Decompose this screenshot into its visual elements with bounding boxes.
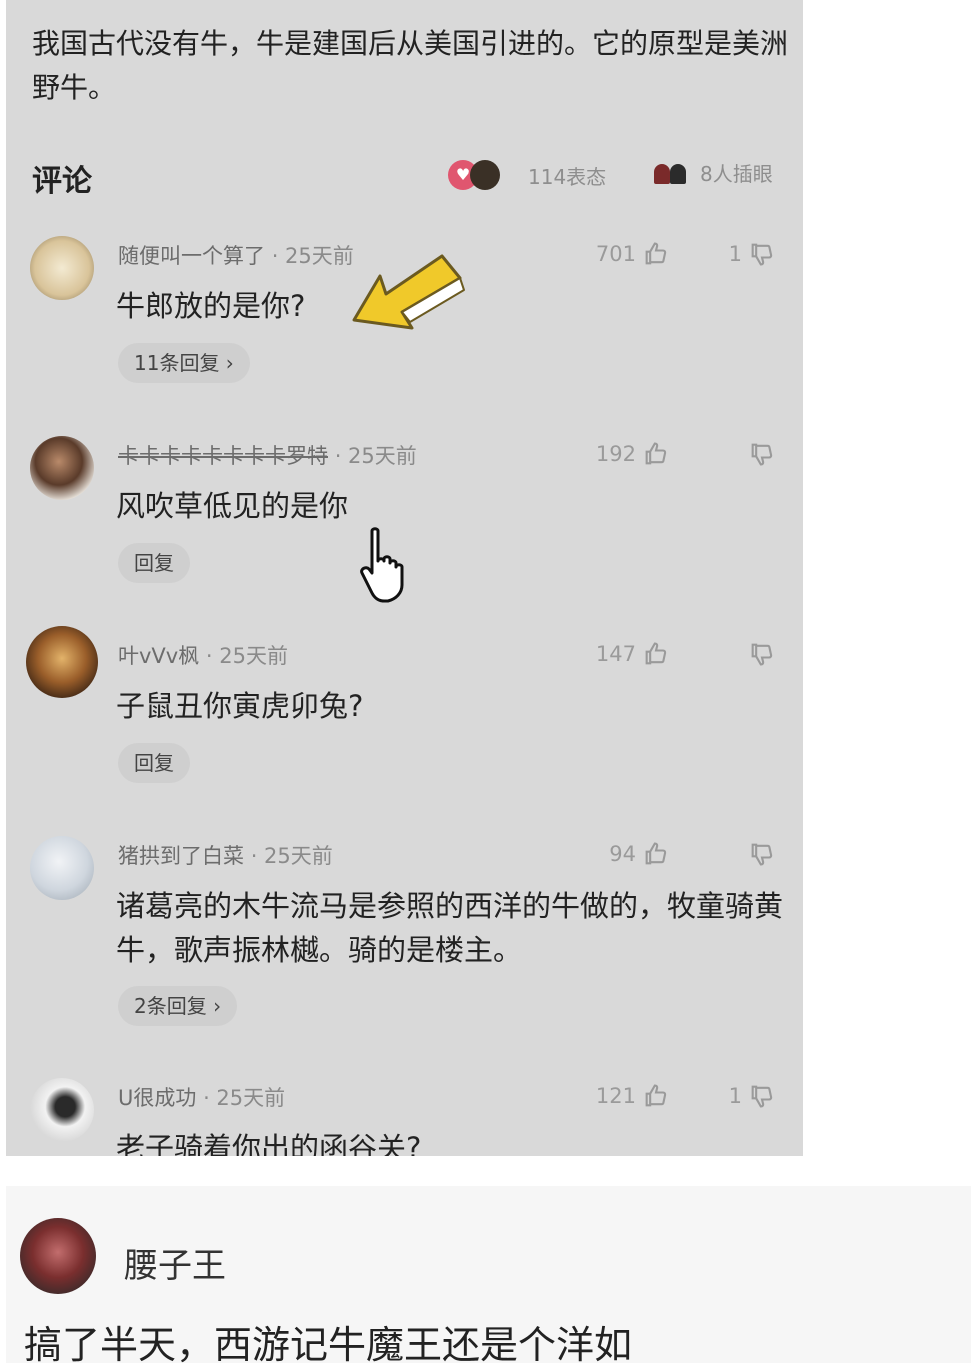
comment-time: · 25天前 bbox=[250, 844, 333, 868]
like-button[interactable]: 192 bbox=[566, 440, 670, 468]
peek-count: 8人插眼 bbox=[700, 162, 773, 186]
dislike-count: 1 bbox=[728, 242, 742, 266]
comment-screenshot: 我国古代没有牛，牛是建国后从美国引进的。它的原型是美洲野牛。 评论 ♥ 114表… bbox=[6, 0, 803, 1156]
thumbs-down-icon bbox=[751, 443, 773, 466]
avatar[interactable] bbox=[30, 1078, 94, 1142]
reply-button[interactable]: 回复 bbox=[118, 543, 190, 583]
bottom-comment: 腰子王 搞了半天，西游记牛魔王还是个洋如 bbox=[6, 1186, 971, 1367]
yellow-arrow-icon bbox=[352, 254, 465, 330]
comment-time: · 25天前 bbox=[271, 244, 354, 268]
peek-button[interactable]: 8人插眼 bbox=[654, 158, 773, 187]
view-replies-button[interactable]: 11条回复 › bbox=[118, 343, 250, 383]
reactions-button[interactable]: ♥ 114表态 bbox=[448, 158, 606, 192]
username[interactable]: 叶vVv枫 bbox=[118, 644, 199, 668]
like-button[interactable]: 121 bbox=[566, 1082, 670, 1110]
comments-header: 评论 ♥ 114表态 8人插眼 bbox=[32, 150, 792, 200]
comment-text: 搞了半天，西游记牛魔王还是个洋如 bbox=[24, 1323, 633, 1367]
reaction-emoji-icon: ♥ bbox=[448, 158, 500, 192]
comment-item: 叶vVv枫 · 25天前 147 子鼠丑你寅虎卯兔? 回复 bbox=[6, 626, 803, 796]
thumbs-up-icon bbox=[645, 1084, 667, 1107]
peek-eye-icon bbox=[654, 160, 692, 186]
username[interactable]: 腰子王 bbox=[124, 1238, 226, 1287]
thumbs-down-icon bbox=[751, 843, 773, 866]
post-text: 我国古代没有牛，牛是建国后从美国引进的。它的原型是美洲野牛。 bbox=[32, 27, 789, 104]
comment-item: 猪拱到了白菜 · 25天前 94 诸葛亮的木牛流马是参照的西洋的牛做的，牧童骑黄… bbox=[6, 836, 803, 1036]
dislike-button[interactable] bbox=[696, 640, 776, 668]
view-replies-button[interactable]: 2条回复 › bbox=[118, 986, 238, 1026]
thumbs-up-icon bbox=[645, 242, 667, 265]
reactions-count: 114表态 bbox=[528, 164, 607, 189]
hand-cursor-icon bbox=[360, 527, 404, 603]
comment-text: 诸葛亮的木牛流马是参照的西洋的牛做的，牧童骑黄牛，歌声振林樾。骑的是楼主。 bbox=[116, 889, 784, 967]
comment-meta: 卡卡卡卡卡卡卡卡罗特 · 25天前 bbox=[118, 440, 417, 470]
thumbs-up-icon bbox=[645, 842, 667, 865]
avatar[interactable] bbox=[30, 836, 94, 900]
comment-text: 老子骑着你出的函谷关? bbox=[116, 1131, 422, 1156]
comment-meta: 叶vVv枫 · 25天前 bbox=[118, 640, 288, 670]
avatar[interactable] bbox=[26, 626, 98, 698]
comment-meta: U很成功 · 25天前 bbox=[118, 1082, 285, 1112]
comment-meta: 随便叫一个算了 · 25天前 bbox=[118, 240, 354, 270]
thumbs-down-icon bbox=[751, 1085, 773, 1108]
comment-time: · 25天前 bbox=[205, 644, 288, 668]
avatar[interactable] bbox=[20, 1218, 96, 1294]
like-count: 147 bbox=[595, 642, 636, 666]
like-button[interactable]: 94 bbox=[566, 840, 670, 868]
dislike-button[interactable]: 1 bbox=[696, 1082, 776, 1110]
username[interactable]: U很成功 bbox=[118, 1086, 196, 1110]
username[interactable]: 猪拱到了白菜 bbox=[118, 844, 244, 868]
avatar[interactable] bbox=[30, 436, 94, 500]
like-button[interactable]: 147 bbox=[566, 640, 670, 668]
like-button[interactable]: 701 bbox=[566, 240, 670, 268]
comments-title: 评论 bbox=[32, 164, 92, 199]
thumbs-down-icon bbox=[751, 243, 773, 266]
thumbs-up-icon bbox=[645, 442, 667, 465]
thumbs-down-icon bbox=[751, 643, 773, 666]
like-count: 701 bbox=[595, 242, 636, 266]
dislike-count: 1 bbox=[728, 1084, 742, 1108]
comment-text: 子鼠丑你寅虎卯兔? bbox=[116, 689, 364, 723]
like-count: 94 bbox=[609, 842, 636, 866]
dislike-button[interactable] bbox=[696, 440, 776, 468]
username[interactable]: 随便叫一个算了 bbox=[118, 244, 265, 268]
avatar[interactable] bbox=[30, 236, 94, 300]
reply-button[interactable]: 回复 bbox=[118, 743, 190, 783]
dislike-button[interactable] bbox=[696, 840, 776, 868]
comment-meta: 猪拱到了白菜 · 25天前 bbox=[118, 840, 333, 870]
comment-time: · 25天前 bbox=[334, 444, 417, 468]
thumbs-up-icon bbox=[645, 642, 667, 665]
comment-text: 风吹草低见的是你 bbox=[116, 489, 349, 523]
like-count: 121 bbox=[595, 1084, 636, 1108]
username[interactable]: 卡卡卡卡卡卡卡卡罗特 bbox=[118, 444, 328, 468]
comment-item: U很成功 · 25天前 121 1 老子骑着你出的函谷关? bbox=[6, 1078, 803, 1156]
comment-time: · 25天前 bbox=[203, 1086, 286, 1110]
like-count: 192 bbox=[595, 442, 636, 466]
dislike-button[interactable]: 1 bbox=[696, 240, 776, 268]
